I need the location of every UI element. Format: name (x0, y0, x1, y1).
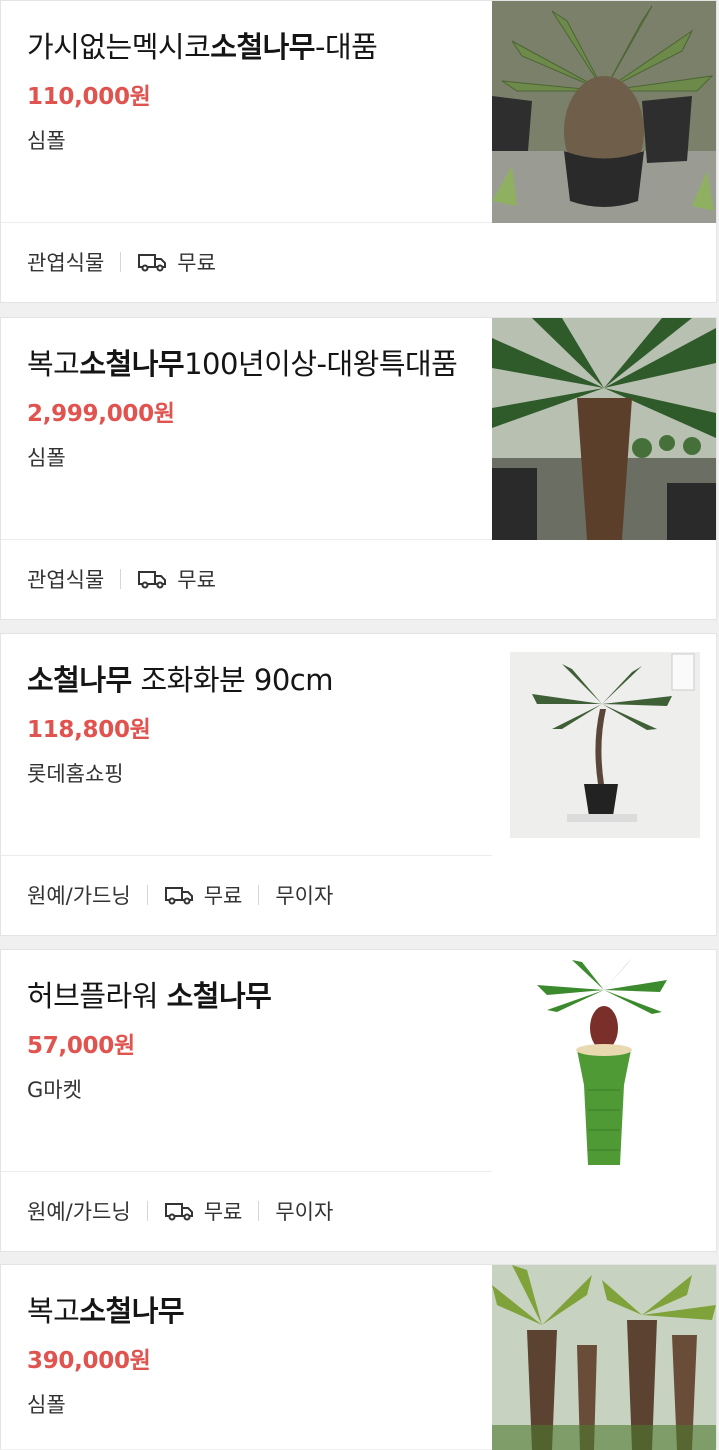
truck-icon (138, 254, 167, 272)
product-title[interactable]: 소철나무 조화화분 90cm (27, 656, 466, 704)
product-thumbnail[interactable] (492, 1, 716, 223)
product-card-main[interactable]: 복고소철나무 390,000원 심폴 (1, 1265, 716, 1450)
product-card[interactable]: 복고소철나무100년이상-대왕특대품 2,999,000원 심폴 관엽식물 무료 (0, 317, 717, 620)
divider (146, 1201, 148, 1221)
product-card[interactable]: 소철나무 조화화분 90cm 118,800원 롯데홈쇼핑 원예/가드닝 무료 … (0, 633, 717, 936)
shipping-info: 무료 (164, 1196, 243, 1226)
product-meta-row: 관엽식물 무료 (1, 540, 716, 618)
divider (120, 252, 122, 272)
divider (258, 885, 260, 905)
product-price: 118,800원 (27, 717, 151, 743)
product-price: 2,999,000원 (27, 401, 175, 427)
seller-name: 롯데홈쇼핑 (27, 762, 124, 786)
product-card-main[interactable]: 가시없는멕시코소철나무-대품 110,000원 심폴 (1, 1, 716, 223)
product-card-main[interactable]: 소철나무 조화화분 90cm 118,800원 롯데홈쇼핑 (1, 634, 716, 856)
divider (120, 569, 122, 589)
installment-label: 무이자 (275, 884, 334, 908)
product-title[interactable]: 복고소철나무100년이상-대왕특대품 (27, 340, 466, 388)
product-thumbnail[interactable] (492, 634, 716, 856)
product-card[interactable]: 복고소철나무 390,000원 심폴 (0, 1264, 717, 1450)
product-card[interactable]: 가시없는멕시코소철나무-대품 110,000원 심폴 관엽식물 무료 (0, 0, 717, 303)
product-title[interactable]: 가시없는멕시코소철나무-대품 (27, 23, 466, 71)
product-card[interactable]: 허브플라워 소철나무 57,000원 G마켓 원예/가드닝 무료 무이자 (0, 949, 717, 1252)
seller-name: 심폴 (27, 446, 66, 470)
category-label: 관엽식물 (27, 251, 105, 275)
shipping-info: 무료 (164, 880, 243, 910)
installment-label: 무이자 (275, 1200, 334, 1224)
shipping-label: 무료 (177, 568, 216, 592)
shipping-info: 무료 (137, 564, 216, 594)
product-meta-row: 원예/가드닝 무료 무이자 (1, 856, 716, 934)
truck-icon (138, 571, 167, 589)
seller-name: G마켓 (27, 1078, 82, 1102)
product-meta-row: 원예/가드닝 무료 무이자 (1, 1172, 716, 1250)
product-thumbnail[interactable] (492, 950, 716, 1172)
divider (258, 1201, 260, 1221)
product-thumbnail[interactable] (492, 1265, 716, 1450)
truck-icon (164, 887, 193, 905)
category-label: 원예/가드닝 (27, 884, 131, 908)
product-price: 57,000원 (27, 1033, 135, 1059)
shipping-label: 무료 (177, 251, 216, 275)
category-label: 원예/가드닝 (27, 1200, 131, 1224)
product-thumbnail[interactable] (492, 318, 716, 540)
product-card-main[interactable]: 복고소철나무100년이상-대왕특대품 2,999,000원 심폴 (1, 318, 716, 540)
truck-icon (164, 1203, 193, 1221)
product-title[interactable]: 허브플라워 소철나무 (27, 972, 466, 1020)
shipping-info: 무료 (137, 247, 216, 277)
shipping-label: 무료 (203, 884, 243, 908)
product-card-main[interactable]: 허브플라워 소철나무 57,000원 G마켓 (1, 950, 716, 1172)
product-meta-row: 관엽식물 무료 (1, 223, 716, 301)
category-label: 관엽식물 (27, 568, 105, 592)
product-list: 가시없는멕시코소철나무-대품 110,000원 심폴 관엽식물 무료 복고소철나… (0, 0, 719, 1450)
seller-name: 심폴 (27, 129, 66, 153)
divider (146, 885, 148, 905)
shipping-label: 무료 (203, 1200, 243, 1224)
product-title[interactable]: 복고소철나무 (27, 1287, 466, 1335)
product-price: 110,000원 (27, 84, 151, 110)
product-price: 390,000원 (27, 1348, 151, 1374)
seller-name: 심폴 (27, 1393, 66, 1417)
